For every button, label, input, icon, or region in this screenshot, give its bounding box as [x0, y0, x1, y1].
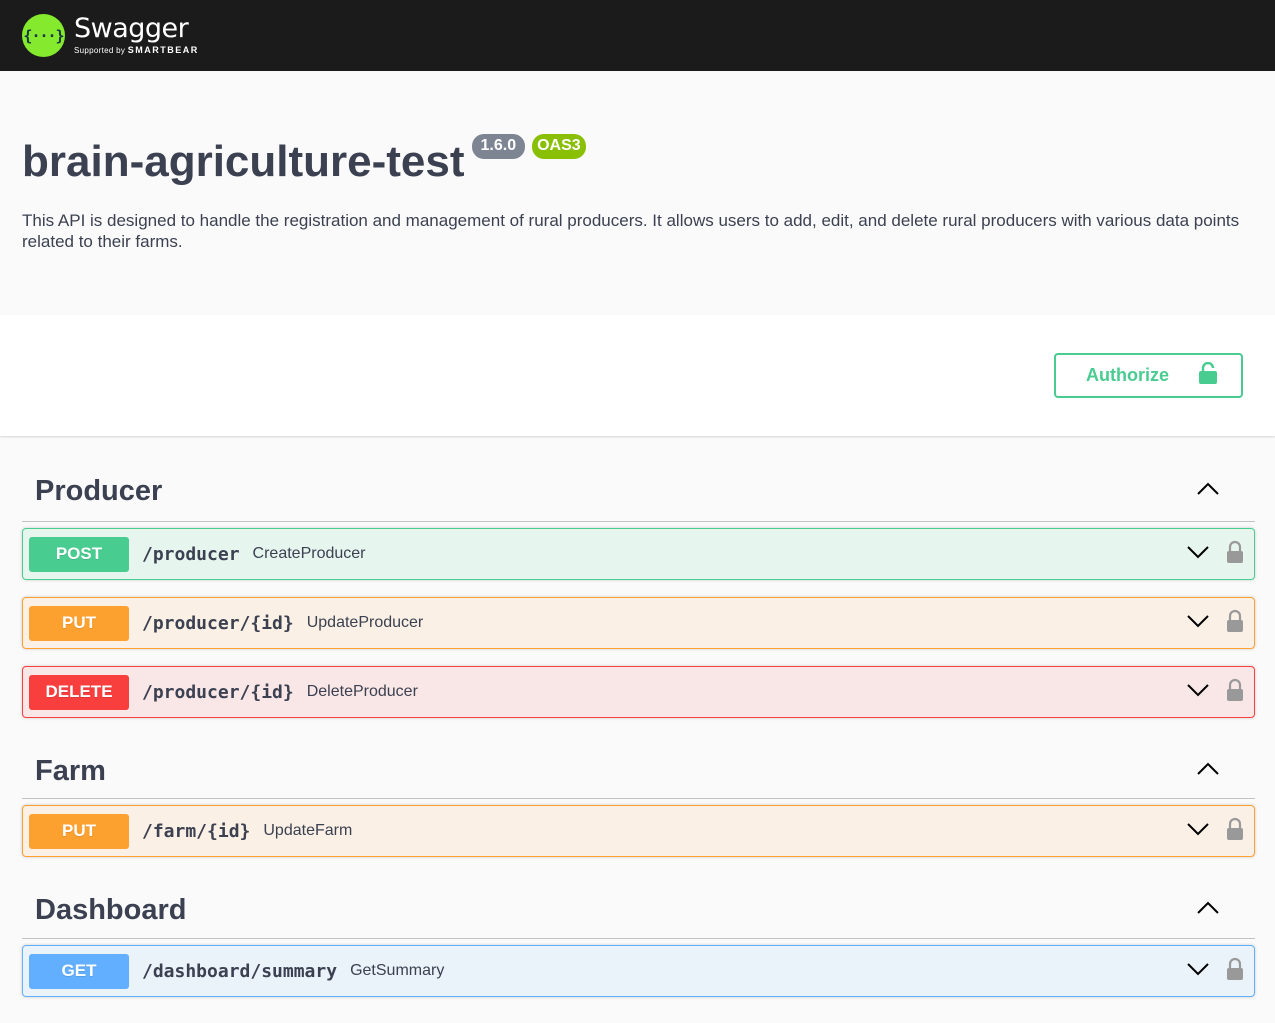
operation-summary: UpdateProducer — [306, 614, 424, 631]
operation-path: /producer/{id} — [142, 681, 294, 703]
operation-summary: UpdateFarm — [263, 822, 353, 839]
tag-dashboard[interactable]: Dashboard — [22, 857, 1255, 939]
swagger-logo-icon: {···} — [22, 14, 65, 57]
swagger-logo[interactable]: {···} Swagger Supported by SMARTBEAR — [22, 14, 199, 57]
operation-controls — [1186, 529, 1244, 579]
brand-name: Swagger — [74, 13, 189, 44]
operation-get-summary[interactable]: GET /dashboard/summary GetSummary — [22, 945, 1255, 997]
chevron-down-icon[interactable] — [1186, 962, 1210, 981]
authorize-button[interactable]: Authorize — [1054, 353, 1243, 398]
operation-create-producer[interactable]: POST /producer CreateProducer — [22, 528, 1255, 580]
tag-name: Dashboard — [35, 894, 187, 926]
top-bar: {···} Swagger Supported by SMARTBEAR — [0, 0, 1275, 71]
operation-path: /producer/{id} — [142, 612, 294, 634]
method-badge: GET — [29, 953, 129, 989]
tag-name: Farm — [35, 754, 106, 787]
operation-summary: CreateProducer — [252, 545, 366, 562]
lock-icon[interactable] — [1226, 957, 1244, 986]
scheme-container: Authorize — [0, 315, 1275, 436]
operation-path: /farm/{id} — [142, 820, 251, 842]
operation-update-farm[interactable]: PUT /farm/{id} UpdateFarm — [22, 805, 1255, 857]
operation-controls — [1186, 598, 1244, 648]
chevron-down-icon[interactable] — [1186, 614, 1210, 633]
chevron-down-icon[interactable] — [1186, 545, 1210, 564]
authorize-label: Authorize — [1086, 365, 1169, 385]
operations-container: Producer POST /producer CreateProducer P… — [0, 436, 1275, 997]
method-badge: POST — [29, 536, 129, 572]
chevron-down-icon[interactable] — [1186, 822, 1210, 841]
title-row: brain-agriculture-test 1.6.0 OAS3 — [22, 133, 1253, 188]
chevron-up-icon[interactable] — [1196, 456, 1220, 501]
method-badge: PUT — [29, 605, 129, 641]
chevron-up-icon[interactable] — [1196, 736, 1220, 781]
lock-icon[interactable] — [1226, 540, 1244, 569]
api-description: This API is designed to handle the regis… — [22, 211, 1240, 251]
operation-controls — [1186, 667, 1244, 717]
api-info: brain-agriculture-test 1.6.0 OAS3 This A… — [0, 71, 1275, 315]
supported-by-label: Supported by — [74, 46, 126, 55]
operation-controls — [1186, 806, 1244, 856]
company-name: SMARTBEAR — [127, 45, 199, 55]
chevron-down-icon[interactable] — [1186, 683, 1210, 702]
supported-by: Supported by SMARTBEAR — [74, 45, 199, 55]
tag-farm[interactable]: Farm — [22, 718, 1255, 799]
api-title: brain-agriculture-test — [22, 137, 465, 186]
operation-path: /dashboard/summary — [142, 960, 338, 982]
operation-delete-producer[interactable]: DELETE /producer/{id} DeleteProducer — [22, 666, 1255, 718]
logo-text: Swagger Supported by SMARTBEAR — [74, 13, 199, 55]
version-badge: 1.6.0 — [471, 134, 526, 159]
tag-producer[interactable]: Producer — [22, 436, 1255, 522]
lock-icon[interactable] — [1226, 817, 1244, 846]
operation-summary: GetSummary — [350, 962, 445, 979]
unlocked-icon — [1198, 361, 1218, 389]
lock-icon[interactable] — [1226, 609, 1244, 638]
lock-icon[interactable] — [1226, 678, 1244, 707]
method-badge: PUT — [29, 813, 129, 849]
operation-update-producer[interactable]: PUT /producer/{id} UpdateProducer — [22, 597, 1255, 649]
method-badge: DELETE — [29, 674, 129, 710]
tag-name: Producer — [35, 475, 163, 507]
oas-badge: OAS3 — [532, 134, 586, 159]
operation-summary: DeleteProducer — [306, 683, 418, 700]
operation-controls — [1186, 946, 1244, 996]
chevron-up-icon[interactable] — [1196, 875, 1220, 920]
operation-path: /producer — [142, 543, 240, 565]
